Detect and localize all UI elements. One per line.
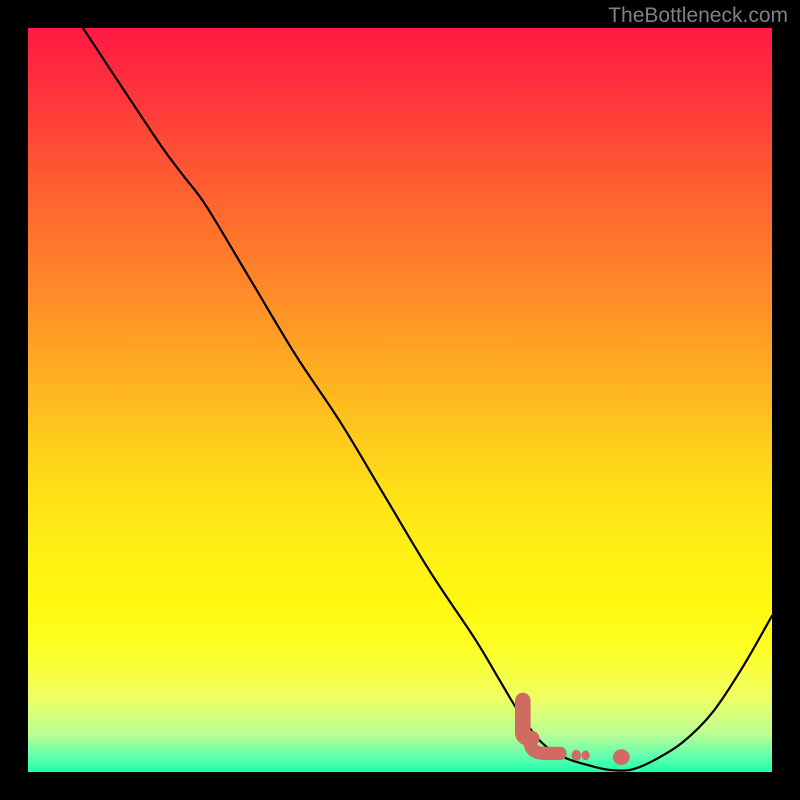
marker-dot <box>582 750 590 760</box>
marker-dot <box>613 749 630 765</box>
bottleneck-curve <box>28 28 772 772</box>
marker-hook <box>530 742 560 754</box>
watermark-text: TheBottleneck.com <box>608 4 788 28</box>
curve-line <box>28 0 772 771</box>
curve-markers <box>523 701 630 765</box>
marker-vertical-blob <box>523 701 532 739</box>
marker-dot <box>572 750 582 761</box>
outer-frame: TheBottleneck.com <box>0 0 800 800</box>
